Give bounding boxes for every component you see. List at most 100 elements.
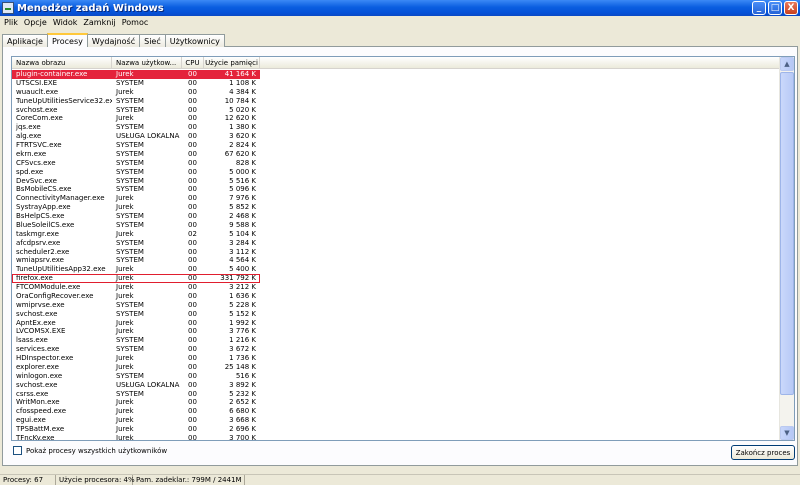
scrollbar-thumb[interactable]: [780, 72, 794, 395]
process-user-name: Jurek: [116, 407, 134, 416]
process-cpu: 00: [188, 96, 197, 105]
table-row[interactable]: ekrn.exe SYSTEM 00 67 620 K: [12, 150, 780, 159]
scroll-down-arrow-icon[interactable]: ▼: [780, 426, 794, 440]
table-row[interactable]: svchost.exe USŁUGA LOKALNA 00 3 892 K: [12, 381, 780, 390]
process-image-name: services.exe: [16, 345, 60, 354]
process-user-name: Jurek: [116, 327, 134, 336]
table-row[interactable]: WritMon.exe Jurek 00 2 652 K: [12, 398, 780, 407]
vertical-scrollbar[interactable]: ▲ ▼: [779, 57, 794, 440]
show-all-processes-option[interactable]: Pokaż procesy wszystkich użytkowników: [13, 446, 167, 455]
table-row[interactable]: services.exe SYSTEM 00 3 672 K: [12, 345, 780, 354]
table-row[interactable]: wuauclt.exe Jurek 00 4 384 K: [12, 88, 780, 97]
process-cpu: 00: [188, 345, 197, 354]
scroll-up-arrow-icon[interactable]: ▲: [780, 57, 794, 71]
process-image-name: ConnectivityManager.exe: [16, 194, 105, 203]
table-row[interactable]: BsMobileCS.exe SYSTEM 00 5 096 K: [12, 185, 780, 194]
process-memory: 3 672 K: [229, 345, 256, 354]
process-memory: 10 784 K: [224, 96, 256, 105]
table-row[interactable]: svchost.exe SYSTEM 00 5 152 K: [12, 310, 780, 319]
process-list[interactable]: Nazwa obrazu Nazwa użytkow... CPU Użycie…: [11, 56, 795, 441]
process-user-name: Jurek: [116, 291, 134, 300]
table-row[interactable]: BsHelpCS.exe SYSTEM 00 2 468 K: [12, 212, 780, 221]
table-row[interactable]: ConnectivityManager.exe Jurek 00 7 976 K: [12, 194, 780, 203]
table-row[interactable]: OraConfigRecover.exe Jurek 00 1 636 K: [12, 292, 780, 301]
minimize-button[interactable]: _: [752, 1, 766, 15]
end-process-button[interactable]: Zakończ proces: [731, 445, 795, 460]
process-image-name: ekrn.exe: [16, 149, 47, 158]
tab-uzytkownicy[interactable]: Użytkownicy: [164, 34, 225, 47]
process-image-name: DevSvc.exe: [16, 176, 57, 185]
title-bar[interactable]: Menedżer zadań Windows _ □ X: [0, 0, 800, 16]
table-row[interactable]: winlogon.exe SYSTEM 00 516 K: [12, 372, 780, 381]
process-cpu: 00: [188, 265, 197, 274]
process-memory: 5 000 K: [229, 167, 256, 176]
process-rows: plugin-container.exe Jurek 00 41 164 K UTSCS…: [12, 70, 780, 440]
process-user-name: Jurek: [116, 274, 134, 283]
process-memory: 5 020 K: [229, 105, 256, 114]
process-image-name: HDInspector.exe: [16, 354, 74, 362]
menu-widok[interactable]: Widok: [50, 18, 81, 27]
table-row[interactable]: TPSBattM.exe Jurek 00 2 696 K: [12, 425, 780, 434]
process-cpu: 00: [188, 318, 197, 327]
table-row[interactable]: TFncKy.exe Jurek 00 3 700 K: [12, 434, 780, 440]
column-header-image-name[interactable]: Nazwa obrazu: [12, 57, 112, 69]
table-row[interactable]: SystrayApp.exe Jurek 00 5 852 K: [12, 203, 780, 212]
show-all-processes-checkbox[interactable]: [13, 446, 22, 455]
table-row[interactable]: wmiprvse.exe SYSTEM 00 5 228 K: [12, 301, 780, 310]
table-row[interactable]: firefox.exe Jurek 00 331 792 K: [12, 274, 260, 283]
table-row[interactable]: LVCOMSX.EXE Jurek 00 3 776 K: [12, 327, 780, 336]
table-row[interactable]: spd.exe SYSTEM 00 5 000 K: [12, 168, 780, 177]
menu-plik[interactable]: Plik: [1, 18, 21, 27]
process-user-name: SYSTEM: [116, 96, 144, 105]
table-row[interactable]: cfosspeed.exe Jurek 00 6 680 K: [12, 407, 780, 416]
process-memory: 41 164 K: [224, 70, 256, 78]
menu-pomoc[interactable]: Pomoc: [119, 18, 152, 27]
table-row[interactable]: jqs.exe SYSTEM 00 1 380 K: [12, 123, 780, 132]
table-row[interactable]: taskmgr.exe Jurek 02 5 104 K: [12, 230, 780, 239]
table-row[interactable]: FTCOMModule.exe Jurek 00 3 212 K: [12, 283, 780, 292]
column-header-cpu[interactable]: CPU: [182, 57, 204, 69]
column-header-memory[interactable]: Użycie pamięci: [204, 57, 260, 69]
tab-procesy[interactable]: Procesy: [46, 33, 88, 47]
table-row[interactable]: wmiapsrv.exe SYSTEM 00 4 564 K: [12, 256, 780, 265]
tab-siec[interactable]: Sieć: [139, 34, 166, 47]
process-image-name: LVCOMSX.EXE: [16, 327, 66, 336]
table-row[interactable]: afcdpsrv.exe SYSTEM 00 3 284 K: [12, 239, 780, 248]
table-row[interactable]: CFSvcs.exe SYSTEM 00 828 K: [12, 159, 780, 168]
close-button[interactable]: X: [784, 1, 798, 15]
menu-zamknij[interactable]: Zamknij: [80, 18, 118, 27]
table-row[interactable]: svchost.exe SYSTEM 00 5 020 K: [12, 106, 780, 115]
process-memory: 3 112 K: [229, 247, 256, 256]
process-cpu: 00: [188, 354, 197, 362]
table-row[interactable]: BlueSoleilCS.exe SYSTEM 00 9 588 K: [12, 221, 780, 230]
process-cpu: 00: [188, 87, 197, 96]
process-cpu: 00: [188, 238, 197, 247]
tab-aplikacje[interactable]: Aplikacje: [2, 34, 48, 47]
table-row[interactable]: HDInspector.exe Jurek 00 1 736 K: [12, 354, 780, 363]
table-row[interactable]: DevSvc.exe SYSTEM 00 5 516 K: [12, 177, 780, 186]
process-image-name: BsMobileCS.exe: [16, 185, 72, 194]
table-row[interactable]: scheduler2.exe SYSTEM 00 3 112 K: [12, 248, 780, 257]
process-image-name: wmiapsrv.exe: [16, 256, 64, 265]
process-user-name: SYSTEM: [116, 158, 144, 167]
process-memory: 1 380 K: [229, 123, 256, 132]
table-row[interactable]: UTSCSI.EXE SYSTEM 00 1 108 K: [12, 79, 780, 88]
table-row[interactable]: ApntEx.exe Jurek 00 1 992 K: [12, 319, 780, 328]
table-row[interactable]: TuneUpUtilitiesService32.exe SYSTEM 00 10 7…: [12, 97, 780, 106]
table-row[interactable]: csrss.exe SYSTEM 00 5 232 K: [12, 390, 780, 399]
table-row[interactable]: CoreCom.exe Jurek 00 12 620 K: [12, 114, 780, 123]
table-row[interactable]: FTRTSVC.exe SYSTEM 00 2 824 K: [12, 141, 780, 150]
maximize-button[interactable]: □: [768, 1, 782, 15]
tab-wydajnosc[interactable]: Wydajność: [86, 34, 141, 47]
menu-opcje[interactable]: Opcje: [21, 18, 50, 27]
process-image-name: scheduler2.exe: [16, 247, 70, 256]
table-row[interactable]: TuneUpUtilitiesApp32.exe Jurek 00 5 400 K: [12, 265, 780, 274]
table-row[interactable]: plugin-container.exe Jurek 00 41 164 K: [12, 70, 260, 79]
table-row[interactable]: egui.exe Jurek 00 3 668 K: [12, 416, 780, 425]
column-header-user-name[interactable]: Nazwa użytkow...: [112, 57, 182, 69]
process-user-name: SYSTEM: [116, 78, 144, 87]
table-row[interactable]: explorer.exe Jurek 00 25 148 K: [12, 363, 780, 372]
window-controls: _ □ X: [752, 1, 798, 15]
table-row[interactable]: lsass.exe SYSTEM 00 1 216 K: [12, 336, 780, 345]
table-row[interactable]: alg.exe USŁUGA LOKALNA 00 3 620 K: [12, 132, 780, 141]
